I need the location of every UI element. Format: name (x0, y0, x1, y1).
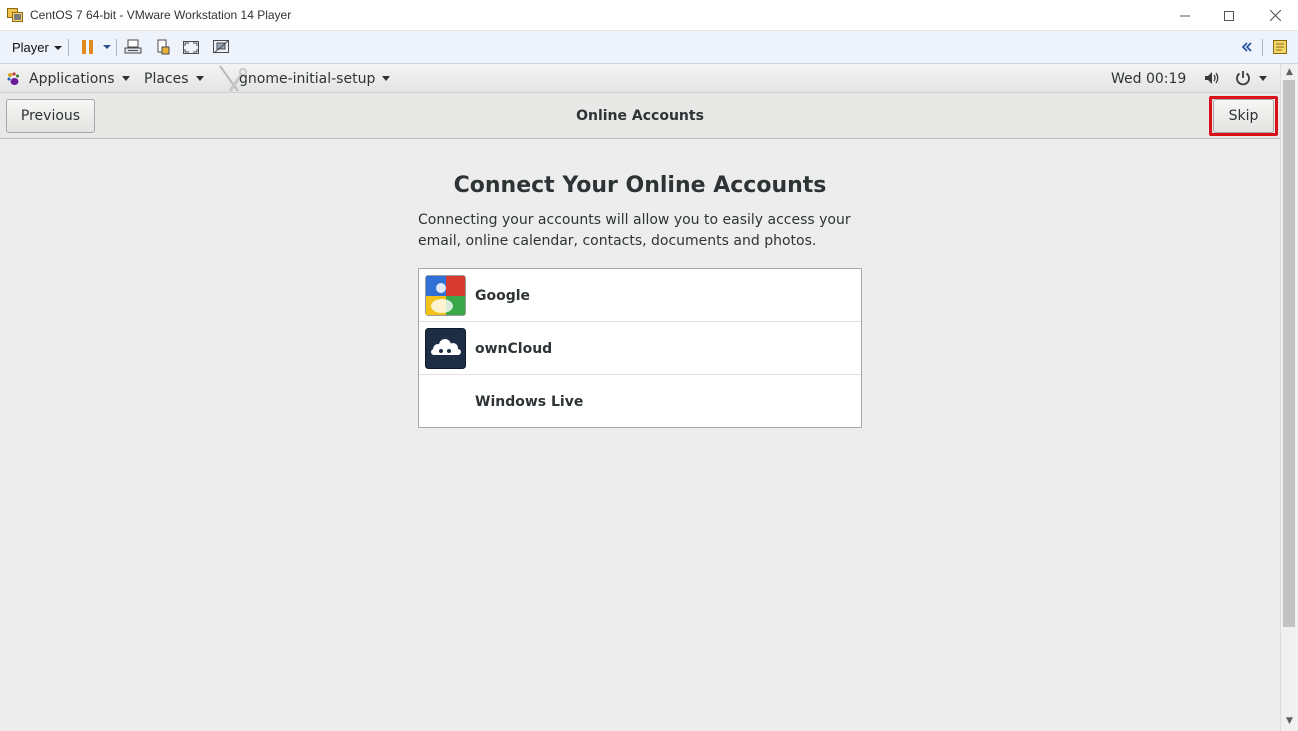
google-icon (425, 275, 466, 316)
close-button[interactable] (1252, 0, 1298, 31)
send-ctrl-alt-del-button[interactable] (122, 37, 144, 57)
active-app-menu[interactable]: gnome-initial-setup (216, 64, 391, 93)
message-log-button[interactable] (1269, 37, 1291, 57)
scroll-up-icon[interactable]: ▲ (1281, 65, 1298, 79)
description-text: Connecting your accounts will allow you … (418, 212, 851, 249)
gnome-foot-icon (7, 71, 19, 85)
fullscreen-button[interactable] (180, 37, 202, 57)
fullscreen-icon (183, 40, 199, 54)
player-menu-label: Player (12, 40, 49, 55)
chevron-down-icon (195, 76, 204, 81)
active-app-label: gnome-initial-setup (239, 70, 376, 87)
provider-name: ownCloud (475, 340, 553, 357)
previous-button[interactable]: Previous (6, 99, 95, 133)
chevron-down-icon (121, 76, 130, 81)
toolbar-divider (1262, 39, 1263, 56)
chevron-down-icon (53, 45, 62, 50)
applications-menu[interactable]: Applications (6, 64, 130, 93)
toolbar-divider (68, 39, 69, 56)
main-heading: Connect Your Online Accounts (453, 173, 827, 198)
system-menu[interactable] (1234, 69, 1267, 87)
pause-button[interactable] (76, 37, 98, 57)
vertical-scrollbar[interactable]: ▲ ▼ (1280, 64, 1298, 731)
maximize-icon (1224, 10, 1234, 21)
removable-devices-button[interactable] (152, 37, 174, 57)
places-label: Places (144, 70, 189, 87)
minimize-button[interactable] (1162, 0, 1208, 31)
scroll-down-icon[interactable]: ▼ (1281, 714, 1298, 728)
provider-windows-live[interactable]: Windows Live (419, 375, 861, 427)
chevron-down-icon (382, 76, 391, 81)
provider-google[interactable]: Google (419, 269, 861, 322)
message-log-icon (1273, 40, 1287, 54)
maximize-button[interactable] (1206, 0, 1252, 31)
gnome-top-bar: Applications Places gnome-initial-setup … (0, 64, 1298, 93)
window-title: CentOS 7 64-bit - VMware Workstation 14 … (30, 8, 292, 22)
minimize-icon (1180, 15, 1190, 16)
unity-button[interactable] (210, 37, 232, 57)
skip-button[interactable]: Skip (1213, 99, 1274, 133)
scrollbar-thumb[interactable] (1283, 80, 1295, 627)
unity-icon (213, 40, 229, 54)
clock[interactable]: Wed 00:19 (1111, 64, 1186, 93)
chevron-down-icon (1259, 75, 1267, 81)
window-titlebar: CentOS 7 64-bit - VMware Workstation 14 … (0, 0, 1298, 31)
removable-devices-icon (157, 39, 170, 55)
owncloud-icon (425, 328, 466, 369)
close-icon (1269, 10, 1281, 21)
page-title: Online Accounts (576, 108, 704, 124)
provider-owncloud[interactable]: ownCloud (419, 322, 861, 375)
providers-list: Google ownCloud Windows Live (418, 268, 862, 428)
places-menu[interactable]: Places (144, 64, 204, 93)
power-icon (1236, 71, 1250, 86)
setup-content: Connect Your Online Accounts Connecting … (0, 139, 1280, 731)
volume-icon (1205, 72, 1219, 84)
setup-header-bar: Online Accounts Previous Skip (0, 93, 1280, 139)
pause-dropdown-icon[interactable] (103, 45, 111, 49)
player-menu-button[interactable]: Player (6, 37, 68, 58)
collapse-toolbar-button[interactable] (1236, 37, 1258, 57)
toolbar-divider (116, 39, 117, 56)
applications-label: Applications (29, 70, 115, 87)
provider-name: Windows Live (475, 393, 584, 410)
collapse-toolbar-icon (1241, 42, 1252, 52)
player-toolbar: Player (0, 31, 1298, 64)
send-ctrl-alt-del-icon (124, 39, 142, 54)
pause-icon (81, 40, 93, 54)
provider-name: Google (475, 287, 531, 304)
volume-indicator[interactable] (1204, 70, 1222, 90)
vmware-app-icon (7, 8, 23, 22)
clock-label: Wed 00:19 (1111, 70, 1187, 87)
